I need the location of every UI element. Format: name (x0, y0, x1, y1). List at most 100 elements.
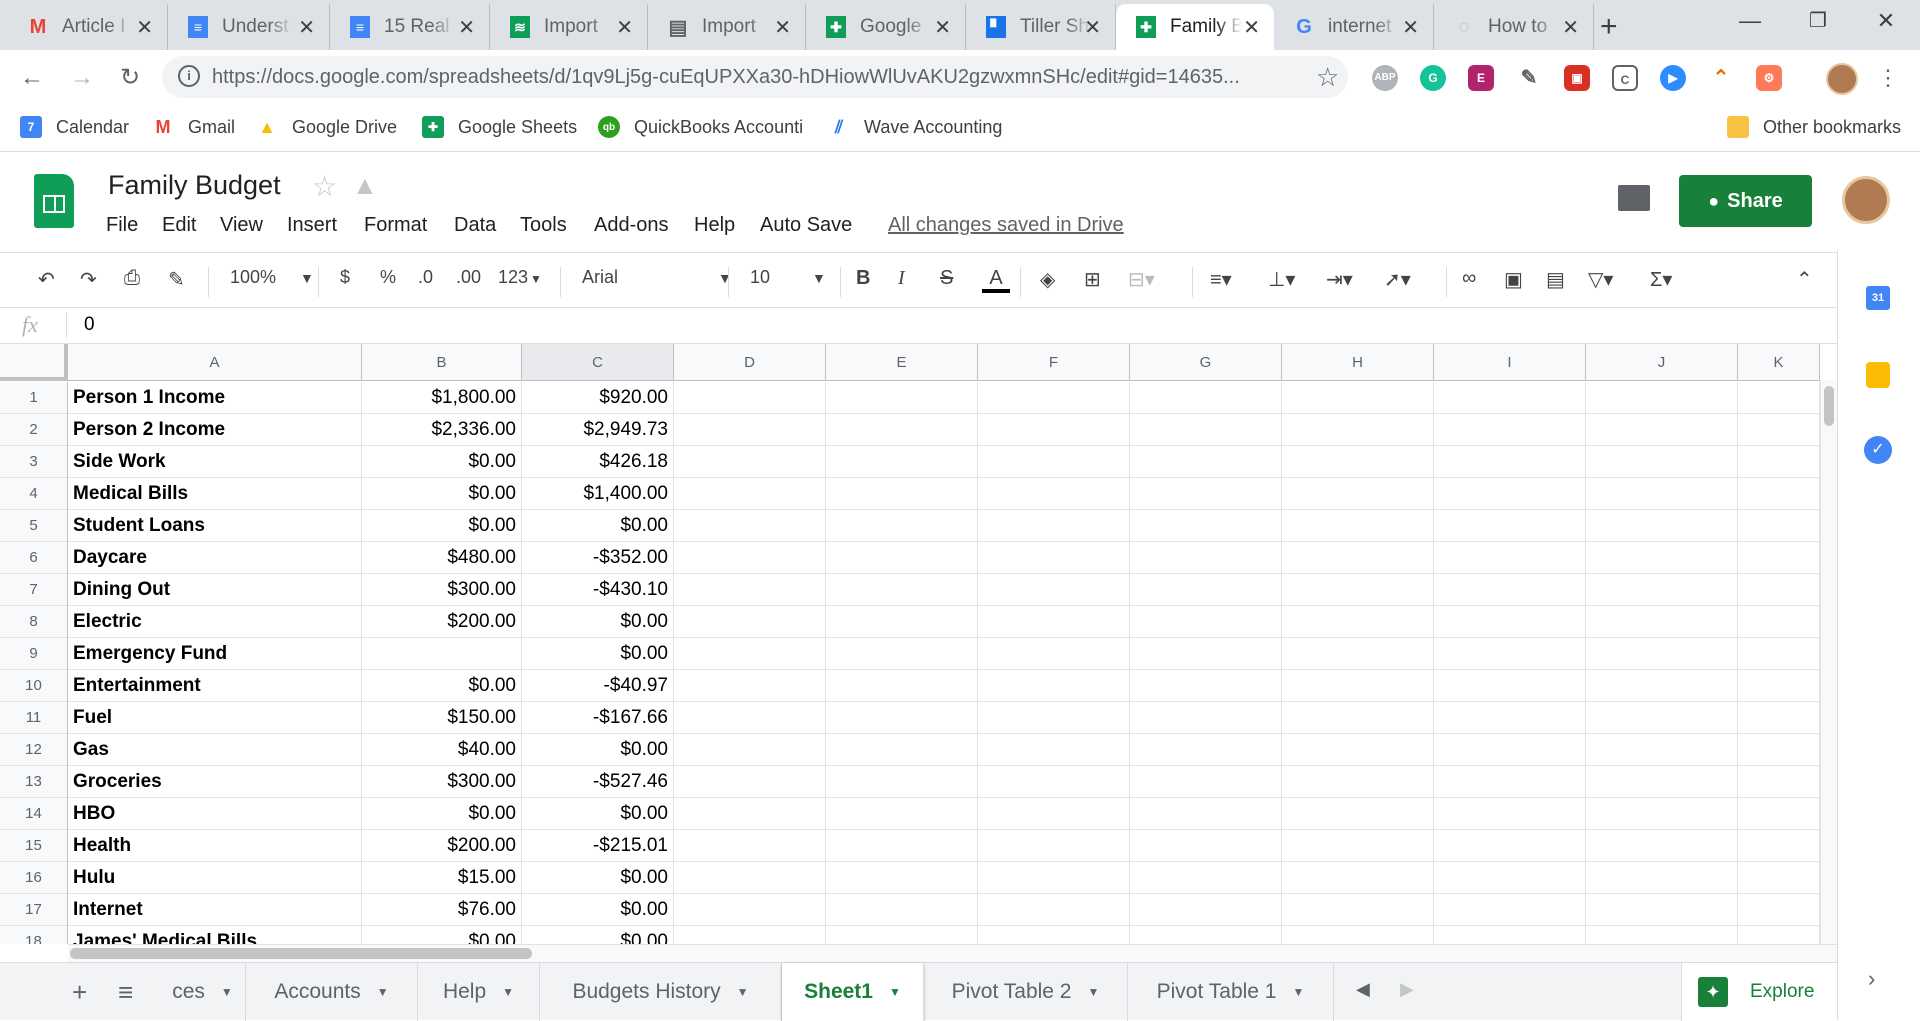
cell-d8[interactable] (674, 606, 826, 638)
cell-e14[interactable] (826, 798, 978, 830)
cell-e3[interactable] (826, 446, 978, 478)
cell-b14[interactable]: $0.00 (362, 798, 522, 830)
cell-i13[interactable] (1434, 766, 1586, 798)
cell-i18[interactable] (1434, 926, 1586, 944)
column-header-k[interactable]: K (1738, 344, 1820, 381)
close-tab-icon[interactable]: ✕ (1402, 15, 1419, 40)
cell-f1[interactable] (978, 382, 1130, 414)
cell-d13[interactable] (674, 766, 826, 798)
zoom-select[interactable]: 100% ▼ (230, 267, 314, 288)
cell-c4[interactable]: $1,400.00 (522, 478, 674, 510)
fill-color-icon[interactable]: ◈ (1040, 267, 1055, 292)
sheet-tab[interactable]: Help ▼ (418, 963, 540, 1021)
cell-c17[interactable]: $0.00 (522, 894, 674, 926)
evernote-icon[interactable]: E (1468, 65, 1494, 91)
cell-d9[interactable] (674, 638, 826, 670)
cell-i14[interactable] (1434, 798, 1586, 830)
sheet-tab[interactable]: Accounts ▼ (246, 963, 418, 1021)
sheet-tab[interactable]: Sheet1 ▼ (782, 963, 924, 1021)
increase-decimal-button[interactable]: .00 (456, 267, 481, 288)
cell-d14[interactable] (674, 798, 826, 830)
restore-icon[interactable]: ❐ (1798, 8, 1838, 38)
menu-file[interactable]: File (106, 214, 138, 237)
pdf-icon[interactable]: ▣ (1564, 65, 1590, 91)
column-header-d[interactable]: D (674, 344, 826, 381)
cell-j13[interactable] (1586, 766, 1738, 798)
cell-e10[interactable] (826, 670, 978, 702)
sheet-tab-menu-icon[interactable]: ▼ (1087, 985, 1099, 999)
all-sheets-icon[interactable]: ≡ (118, 977, 133, 1008)
star-icon[interactable]: ☆ (312, 170, 337, 203)
cell-e17[interactable] (826, 894, 978, 926)
cell-k12[interactable] (1738, 734, 1820, 766)
decrease-decimal-button[interactable]: .0 (418, 267, 433, 288)
cell-h7[interactable] (1282, 574, 1434, 606)
cell-j3[interactable] (1586, 446, 1738, 478)
cell-k5[interactable] (1738, 510, 1820, 542)
cell-b10[interactable]: $0.00 (362, 670, 522, 702)
cell-b2[interactable]: $2,336.00 (362, 414, 522, 446)
grammarly-icon[interactable]: G (1420, 65, 1446, 91)
cell-c9[interactable]: $0.00 (522, 638, 674, 670)
menu-edit[interactable]: Edit (162, 214, 196, 237)
cell-b11[interactable]: $150.00 (362, 702, 522, 734)
cell-a18[interactable]: James' Medical Bills (68, 926, 362, 944)
cell-d4[interactable] (674, 478, 826, 510)
cell-g1[interactable] (1130, 382, 1282, 414)
sheets-logo-icon[interactable] (34, 174, 74, 228)
vertical-scroll-thumb[interactable] (1824, 386, 1834, 426)
cell-b16[interactable]: $15.00 (362, 862, 522, 894)
cell-b18[interactable]: $0.00 (362, 926, 522, 944)
cell-a13[interactable]: Groceries (68, 766, 362, 798)
cell-a6[interactable]: Daycare (68, 542, 362, 574)
minimize-icon[interactable]: — (1730, 8, 1770, 38)
cell-j12[interactable] (1586, 734, 1738, 766)
cell-e15[interactable] (826, 830, 978, 862)
adblock-icon[interactable]: ABP (1372, 65, 1398, 91)
sheet-tab-menu-icon[interactable]: ▼ (502, 985, 514, 999)
sheet-tab-menu-icon[interactable]: ▼ (889, 985, 901, 999)
clipper-icon[interactable]: C (1612, 65, 1638, 91)
column-header-a[interactable]: A (68, 344, 362, 381)
cell-f13[interactable] (978, 766, 1130, 798)
cell-h17[interactable] (1282, 894, 1434, 926)
cell-c10[interactable]: -$40.97 (522, 670, 674, 702)
cell-a7[interactable]: Dining Out (68, 574, 362, 606)
font-size-select[interactable]: 10 ▼ (750, 267, 826, 288)
sheet-tab[interactable]: Budgets History ▼ (540, 963, 782, 1021)
cell-j6[interactable] (1586, 542, 1738, 574)
close-tab-icon[interactable]: ✕ (1084, 15, 1101, 40)
close-tab-icon[interactable]: ✕ (616, 15, 633, 40)
cell-a8[interactable]: Electric (68, 606, 362, 638)
cell-g7[interactable] (1130, 574, 1282, 606)
cell-f8[interactable] (978, 606, 1130, 638)
cell-f10[interactable] (978, 670, 1130, 702)
cell-g13[interactable] (1130, 766, 1282, 798)
cell-g3[interactable] (1130, 446, 1282, 478)
cell-b12[interactable]: $40.00 (362, 734, 522, 766)
cell-j2[interactable] (1586, 414, 1738, 446)
text-wrap-icon[interactable]: ⇥▾ (1326, 267, 1353, 292)
cell-d3[interactable] (674, 446, 826, 478)
save-status[interactable]: All changes saved in Drive (888, 214, 1124, 237)
cell-f11[interactable] (978, 702, 1130, 734)
italic-button[interactable]: I (898, 267, 905, 290)
menu-format[interactable]: Format (364, 214, 427, 237)
cell-f7[interactable] (978, 574, 1130, 606)
menu-view[interactable]: View (220, 214, 263, 237)
cell-b5[interactable]: $0.00 (362, 510, 522, 542)
cell-g2[interactable] (1130, 414, 1282, 446)
cell-g18[interactable] (1130, 926, 1282, 944)
column-header-g[interactable]: G (1130, 344, 1282, 381)
cell-k13[interactable] (1738, 766, 1820, 798)
cell-g14[interactable] (1130, 798, 1282, 830)
cell-c2[interactable]: $2,949.73 (522, 414, 674, 446)
other-bookmarks[interactable]: Other bookmarks (1727, 116, 1901, 138)
cell-g4[interactable] (1130, 478, 1282, 510)
cell-b4[interactable]: $0.00 (362, 478, 522, 510)
browser-tab[interactable]: Ginternet ✕ (1274, 4, 1434, 50)
cell-e2[interactable] (826, 414, 978, 446)
cell-b15[interactable]: $200.00 (362, 830, 522, 862)
sheet-tab[interactable]: Pivot Table 1 ▼ (1128, 963, 1334, 1021)
sheet-tab-menu-icon[interactable]: ▼ (377, 985, 389, 999)
